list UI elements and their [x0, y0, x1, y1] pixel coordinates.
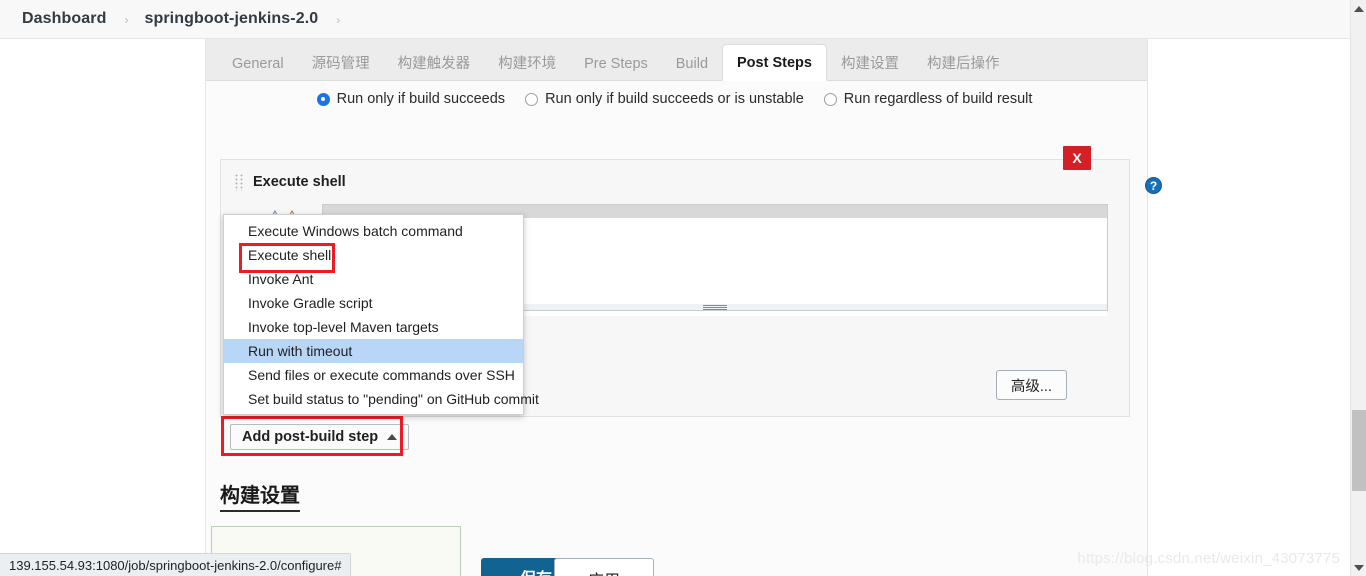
tab-general[interactable]: General — [218, 47, 298, 81]
add-post-build-step-button[interactable]: Add post-build step — [230, 424, 410, 450]
advanced-button[interactable]: 高级... — [995, 370, 1067, 400]
tab-build-triggers[interactable]: 构建触发器 — [384, 47, 485, 81]
tab-pre-steps[interactable]: Pre Steps — [570, 47, 662, 81]
tab-build-settings[interactable]: 构建设置 — [827, 47, 913, 81]
radio-label-regardless: Run regardless of build result — [843, 91, 1033, 107]
tab-source-code-management[interactable]: 源码管理 — [298, 47, 384, 81]
breadcrumb-item-dashboard[interactable]: Dashboard — [22, 10, 106, 28]
page-root: Dashboard › springboot-jenkins-2.0 › Gen… — [0, 0, 1366, 576]
watermark-text: https://blog.csdn.net/weixin_43073775 — [1077, 550, 1340, 567]
menu-item-execute-windows-batch-command[interactable]: Execute Windows batch command — [224, 219, 523, 243]
radio-indicator-succeeds[interactable] — [316, 92, 330, 106]
resize-grip-icon[interactable] — [703, 305, 727, 310]
config-tab-bar: General 源码管理 构建触发器 构建环境 Pre Steps Build … — [206, 39, 1147, 81]
radio-option-regardless[interactable]: Run regardless of build result — [823, 91, 1037, 107]
radio-option-succeeds[interactable]: Run only if build succeeds — [316, 91, 509, 107]
menu-item-run-with-timeout[interactable]: Run with timeout — [224, 339, 523, 363]
scroll-down-arrow-icon[interactable] — [1351, 559, 1366, 576]
menu-item-set-build-status-pending-github[interactable]: Set build status to "pending" on GitHub … — [224, 387, 539, 411]
menu-item-invoke-gradle-script[interactable]: Invoke Gradle script — [224, 291, 523, 315]
page-scrollbar[interactable] — [1350, 0, 1366, 576]
tab-build[interactable]: Build — [662, 47, 722, 81]
page-body: General 源码管理 构建触发器 构建环境 Pre Steps Build … — [0, 39, 1350, 576]
apply-button[interactable]: 应用 — [554, 558, 654, 576]
add-post-build-step-menu[interactable]: Execute Windows batch command Execute sh… — [223, 214, 539, 415]
radio-label-succeeds: Run only if build succeeds — [336, 91, 506, 107]
menu-item-invoke-top-level-maven-targets[interactable]: Invoke top-level Maven targets — [224, 315, 523, 339]
radio-label-succeeds-or-unstable: Run only if build succeeds or is unstabl… — [545, 91, 804, 107]
tab-post-build-actions[interactable]: 构建后操作 — [913, 47, 1014, 81]
add-post-build-step-label: Add post-build step — [242, 429, 379, 445]
section-title-build-settings: 构建设置 — [220, 479, 300, 512]
scrollbar-thumb[interactable] — [1352, 410, 1366, 491]
chevron-up-icon — [387, 434, 398, 440]
tab-post-steps[interactable]: Post Steps — [722, 44, 827, 81]
step-header: Execute shell X ? — [221, 146, 1162, 204]
status-bar-url: 139.155.54.93:1080/job/springboot-jenkin… — [0, 553, 352, 576]
run-condition-radio-group: Run only if build succeeds Run only if b… — [206, 81, 1147, 107]
radio-option-succeeds-or-unstable[interactable]: Run only if build succeeds or is unstabl… — [525, 91, 808, 107]
breadcrumb-separator-icon: › — [124, 13, 129, 27]
radio-indicator-regardless[interactable] — [823, 92, 837, 106]
breadcrumb-item-job[interactable]: springboot-jenkins-2.0 — [144, 10, 318, 28]
breadcrumb: Dashboard › springboot-jenkins-2.0 › — [0, 0, 1350, 39]
scroll-up-arrow-icon[interactable] — [1351, 0, 1366, 17]
menu-item-invoke-ant[interactable]: Invoke Ant — [224, 267, 523, 291]
delete-step-button[interactable]: X — [1063, 146, 1091, 170]
step-title: Execute shell — [253, 174, 346, 190]
radio-indicator-succeeds-or-unstable[interactable] — [525, 92, 539, 106]
breadcrumb-separator-icon-2: › — [336, 13, 341, 27]
help-icon[interactable]: ? — [1145, 177, 1162, 194]
menu-item-send-files-or-execute-commands-over-ssh[interactable]: Send files or execute commands over SSH — [224, 363, 523, 387]
drag-handle-icon[interactable] — [235, 173, 244, 191]
tab-build-environment[interactable]: 构建环境 — [484, 47, 570, 81]
menu-item-execute-shell[interactable]: Execute shell — [224, 243, 523, 273]
